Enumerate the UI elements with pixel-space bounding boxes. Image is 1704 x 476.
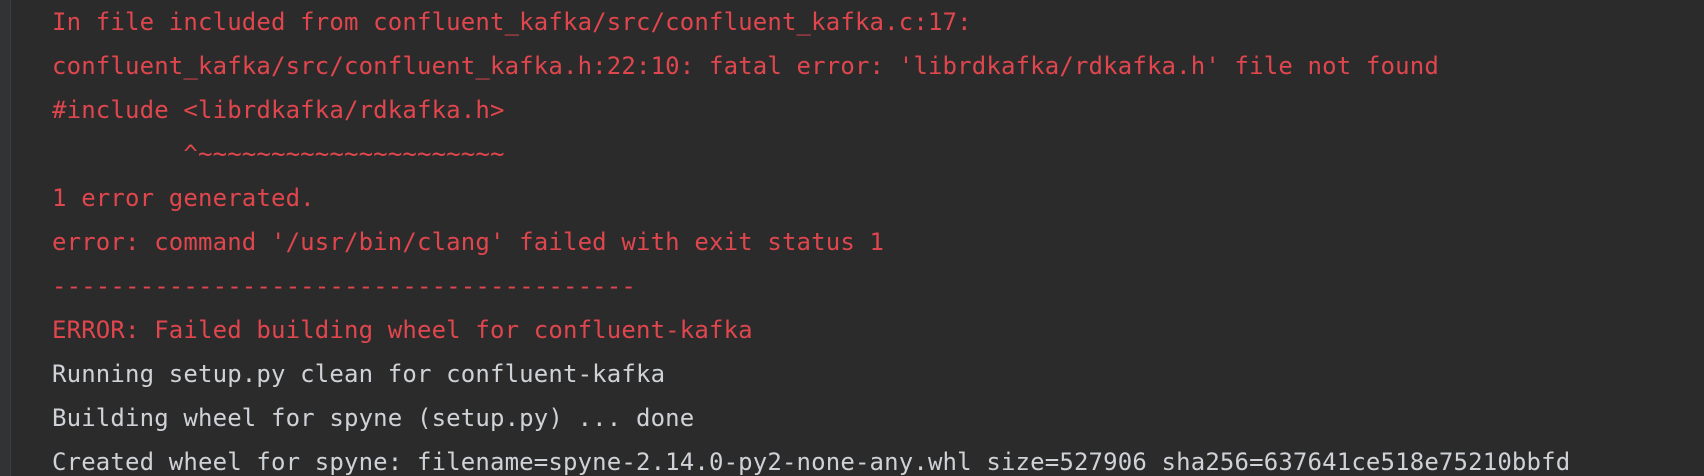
console-line: ERROR: Failed building wheel for conflue…	[52, 316, 753, 344]
console-line: ^~~~~~~~~~~~~~~~~~~~~~	[52, 140, 505, 168]
console-gutter	[0, 0, 11, 476]
console-line: 1 error generated.	[52, 184, 315, 212]
console-line: error: command '/usr/bin/clang' failed w…	[52, 228, 885, 256]
terminal-output-panel[interactable]: In file included from confluent_kafka/sr…	[0, 0, 1704, 476]
console-line: In file included from confluent_kafka/sr…	[52, 8, 972, 36]
console-lines: In file included from confluent_kafka/sr…	[52, 0, 1704, 476]
console-line: confluent_kafka/src/confluent_kafka.h:22…	[52, 52, 1439, 80]
console-line: Running setup.py clean for confluent-kaf…	[52, 360, 666, 388]
console-line: #include <librdkafka/rdkafka.h>	[52, 96, 505, 124]
console-line-separator: ----------------------------------------	[52, 272, 636, 300]
console-line: Building wheel for spyne (setup.py) ... …	[52, 404, 695, 432]
console-line: Created wheel for spyne: filename=spyne-…	[52, 448, 1571, 476]
